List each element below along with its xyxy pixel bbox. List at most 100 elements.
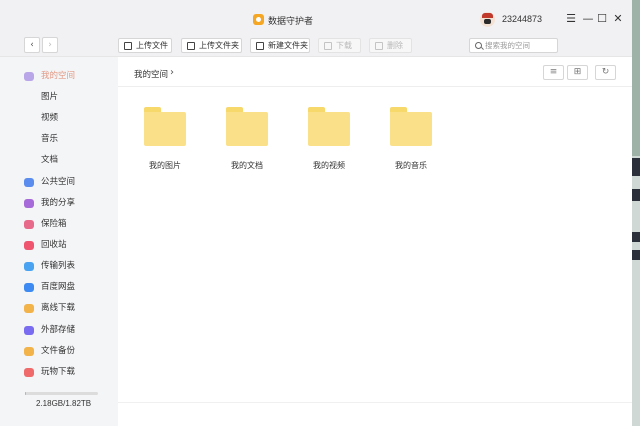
folder-name: 我的视频 <box>313 161 345 170</box>
breadcrumb[interactable]: 我的空间 › <box>134 67 174 80</box>
new-folder-label: 新建文件夹 <box>268 41 308 50</box>
minimize-button[interactable]: — <box>581 12 595 26</box>
sidebar-item-label: 外部存储 <box>41 325 76 335</box>
sidebar-item-safe[interactable]: 保险箱 <box>0 214 118 235</box>
folder-icon <box>144 107 186 146</box>
upload-icon <box>124 42 132 50</box>
main-content: 我的空间 › ≡ ⊞ ↻ 我的图片 我的文档 我的视频 我的音乐 <box>118 56 632 426</box>
search-icon <box>475 42 482 49</box>
sidebar-item-pictures[interactable]: 图片 <box>0 87 118 108</box>
desktop-window-fragment <box>632 158 640 176</box>
folder-item[interactable]: 我的图片 <box>136 107 192 177</box>
sidebar-item-label: 图片 <box>41 92 59 102</box>
desktop-window-fragment <box>632 189 640 201</box>
app-title: 数据守护者 <box>268 17 314 27</box>
grid-view-button[interactable]: ⊞ <box>567 65 588 80</box>
public-space-icon <box>24 178 34 187</box>
folder-name: 我的文档 <box>231 161 263 170</box>
external-storage-icon <box>24 326 34 335</box>
transfer-icon <box>24 262 34 271</box>
sidebar-item-music[interactable]: 音乐 <box>0 129 118 150</box>
menu-icon[interactable]: ☰ <box>564 12 578 26</box>
upload-folder-button[interactable]: 上传文件夹 <box>181 38 242 53</box>
folder-icon <box>390 107 432 146</box>
delete-button[interactable]: 删除 <box>369 38 412 53</box>
delete-label: 删除 <box>387 41 403 50</box>
folder-name: 我的音乐 <box>395 161 427 170</box>
backup-icon <box>24 347 34 356</box>
search-input[interactable] <box>485 40 555 51</box>
storage-usage-fill <box>25 392 27 395</box>
sidebar-item-label: 离线下载 <box>41 303 76 313</box>
upload-folder-label: 上传文件夹 <box>199 41 239 50</box>
my-space-icon <box>24 72 34 81</box>
baidu-netdisk-icon <box>24 283 34 292</box>
upload-file-button[interactable]: 上传文件 <box>118 38 172 53</box>
forward-button[interactable]: › <box>42 37 58 53</box>
sidebar-item-baidu-netdisk[interactable]: 百度网盘 <box>0 277 118 298</box>
storage-usage-bar <box>25 392 98 395</box>
sidebar-item-label: 公共空间 <box>41 177 76 187</box>
sidebar-item-label: 文件备份 <box>41 346 76 356</box>
sidebar-item-my-share[interactable]: 我的分享 <box>0 193 118 214</box>
sidebar-item-label: 保险箱 <box>41 219 67 229</box>
sidebar-item-label: 音乐 <box>41 134 59 144</box>
sidebar-item-external-storage[interactable]: 外部存储 <box>0 320 118 341</box>
sidebar-item-label: 文档 <box>41 155 59 165</box>
folder-item[interactable]: 我的文档 <box>218 107 274 177</box>
sidebar-item-label: 我的空间 <box>41 71 76 81</box>
toy-download-icon <box>24 368 34 377</box>
folder-item[interactable]: 我的视频 <box>300 107 356 177</box>
sidebar-item-label: 传输列表 <box>41 261 76 271</box>
list-view-button[interactable]: ≡ <box>543 65 564 80</box>
breadcrumb-item[interactable]: 我的空间 <box>134 70 168 80</box>
sidebar-item-documents[interactable]: 文档 <box>0 150 118 171</box>
storage-usage-text: 2.18GB/1.82TB <box>36 399 92 408</box>
sidebar-item-label: 玩物下载 <box>41 367 76 377</box>
app-logo-icon <box>253 14 264 25</box>
sidebar-item-public-space[interactable]: 公共空间 <box>0 172 118 193</box>
divider <box>118 402 632 403</box>
sidebar-item-label: 视频 <box>41 113 59 123</box>
offline-download-icon <box>24 304 34 313</box>
sidebar-item-transfer-list[interactable]: 传输列表 <box>0 256 118 277</box>
maximize-button[interactable]: ☐ <box>595 12 609 26</box>
toolbar: ‹ › 上传文件 上传文件夹 新建文件夹 下载 删除 <box>0 34 632 56</box>
sidebar-item-videos[interactable]: 视频 <box>0 108 118 129</box>
username[interactable]: 23244873 <box>502 14 542 24</box>
sidebar-item-recycle-bin[interactable]: 回收站 <box>0 235 118 256</box>
sidebar-item-label: 百度网盘 <box>41 282 76 292</box>
new-folder-button[interactable]: 新建文件夹 <box>250 38 310 53</box>
search-box[interactable] <box>469 38 558 53</box>
folder-icon <box>308 107 350 146</box>
app-window: 数据守护者 23244873 ☰ — ☐ ✕ ‹ › 上传文件 上传文件夹 新建… <box>0 0 632 426</box>
sidebar-item-offline-download[interactable]: 离线下载 <box>0 298 118 319</box>
recycle-bin-icon <box>24 241 34 250</box>
download-icon <box>324 42 332 50</box>
new-folder-icon <box>256 42 264 50</box>
sidebar-item-backup[interactable]: 文件备份 <box>0 341 118 362</box>
folder-item[interactable]: 我的音乐 <box>382 107 438 177</box>
download-button[interactable]: 下载 <box>318 38 361 53</box>
download-label: 下载 <box>336 41 352 50</box>
share-icon <box>24 199 34 208</box>
close-button[interactable]: ✕ <box>611 12 625 26</box>
sidebar-item-label: 回收站 <box>41 240 67 250</box>
desktop-window-fragment <box>632 250 640 260</box>
sidebar-item-toy-download[interactable]: 玩物下载 <box>0 362 118 383</box>
sidebar: 我的空间 图片 视频 音乐 文档 公共空间 我的分享 保险箱 回收站 传输列表 … <box>0 56 118 426</box>
refresh-button[interactable]: ↻ <box>595 65 616 80</box>
chevron-right-icon: › <box>170 67 174 78</box>
sidebar-item-label: 我的分享 <box>41 198 76 208</box>
upload-folder-icon <box>187 42 195 50</box>
title-bar[interactable]: 数据守护者 23244873 ☰ — ☐ ✕ <box>0 0 632 34</box>
divider <box>118 86 632 87</box>
back-button[interactable]: ‹ <box>24 37 40 53</box>
sidebar-item-my-space[interactable]: 我的空间 <box>0 66 118 87</box>
user-avatar[interactable] <box>480 12 495 27</box>
safe-icon <box>24 220 34 229</box>
folder-name: 我的图片 <box>149 161 181 170</box>
folder-icon <box>226 107 268 146</box>
desktop-window-fragment <box>632 232 640 242</box>
trash-icon <box>375 42 383 50</box>
